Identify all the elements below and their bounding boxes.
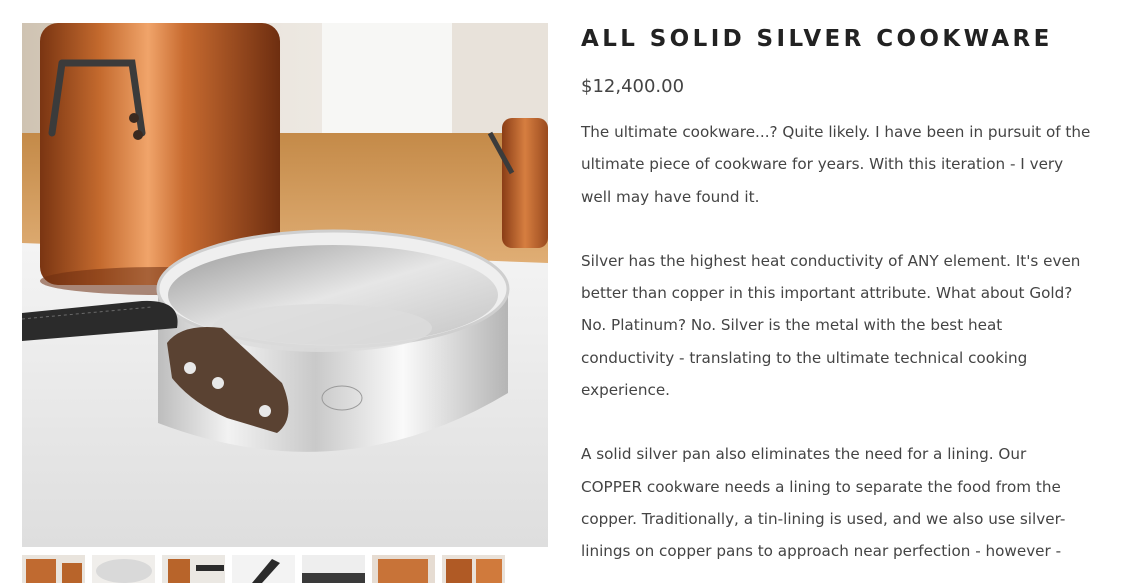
description-line: experience.: [581, 381, 671, 400]
thumbnail-6[interactable]: [372, 555, 435, 583]
description-line: No. Platinum? No. Silver is the metal wi…: [581, 316, 1003, 335]
silver-pan-thumbnail: [92, 555, 155, 583]
thumbnail-5[interactable]: [302, 555, 365, 583]
thumbnail-1[interactable]: [22, 555, 85, 583]
description-paragraph-3: A solid silver pan also eliminates the n…: [581, 438, 1111, 567]
copper-pot-thumbnail-2: [442, 555, 505, 583]
thumbnail-2[interactable]: [92, 555, 155, 583]
silver-saute-pan-photo: [22, 23, 548, 547]
description-line: better than copper in this important att…: [581, 284, 1073, 303]
product-title: ALL SOLID SILVER COOKWARE: [581, 26, 1053, 52]
description-line: A solid silver pan also eliminates the n…: [581, 445, 1027, 464]
pan-handle-thumbnail: [232, 555, 295, 583]
product-description: The ultimate cookware...? Quite likely. …: [581, 116, 1111, 568]
silver-pan-side-thumbnail: [302, 555, 365, 583]
description-line: Silver has the highest heat conductivity…: [581, 251, 1081, 270]
description-line: copper. Traditionally, a tin-lining is u…: [581, 509, 1066, 528]
thumbnail-strip: [22, 555, 548, 583]
description-paragraph-2: Silver has the highest heat conductivity…: [581, 245, 1111, 406]
description-line: The ultimate cookware...? Quite likely. …: [581, 123, 1091, 141]
copper-pot-thumbnail: [22, 555, 85, 583]
description-line: well may have found it.: [581, 187, 760, 206]
description-line: linings on copper pans to approach near …: [581, 542, 1062, 561]
description-line: COPPER cookware needs a lining to separa…: [581, 477, 1061, 496]
description-line: ultimate piece of cookware for years. Wi…: [581, 155, 1064, 174]
thumbnail-4[interactable]: [232, 555, 295, 583]
handle-closeup-thumbnail: [162, 555, 225, 583]
thumbnail-7[interactable]: [442, 555, 505, 583]
description-line: conductivity - translating to the ultima…: [581, 348, 1028, 367]
product-info: ALL SOLID SILVER COOKWARE $12,400.00 The…: [581, 24, 1111, 583]
product-price: $12,400.00: [581, 76, 685, 97]
product-main-image[interactable]: [22, 23, 548, 547]
description-paragraph-1: The ultimate cookware...? Quite likely. …: [581, 116, 1111, 213]
copper-pan-thumbnail: [372, 555, 435, 583]
thumbnail-3[interactable]: [162, 555, 225, 583]
